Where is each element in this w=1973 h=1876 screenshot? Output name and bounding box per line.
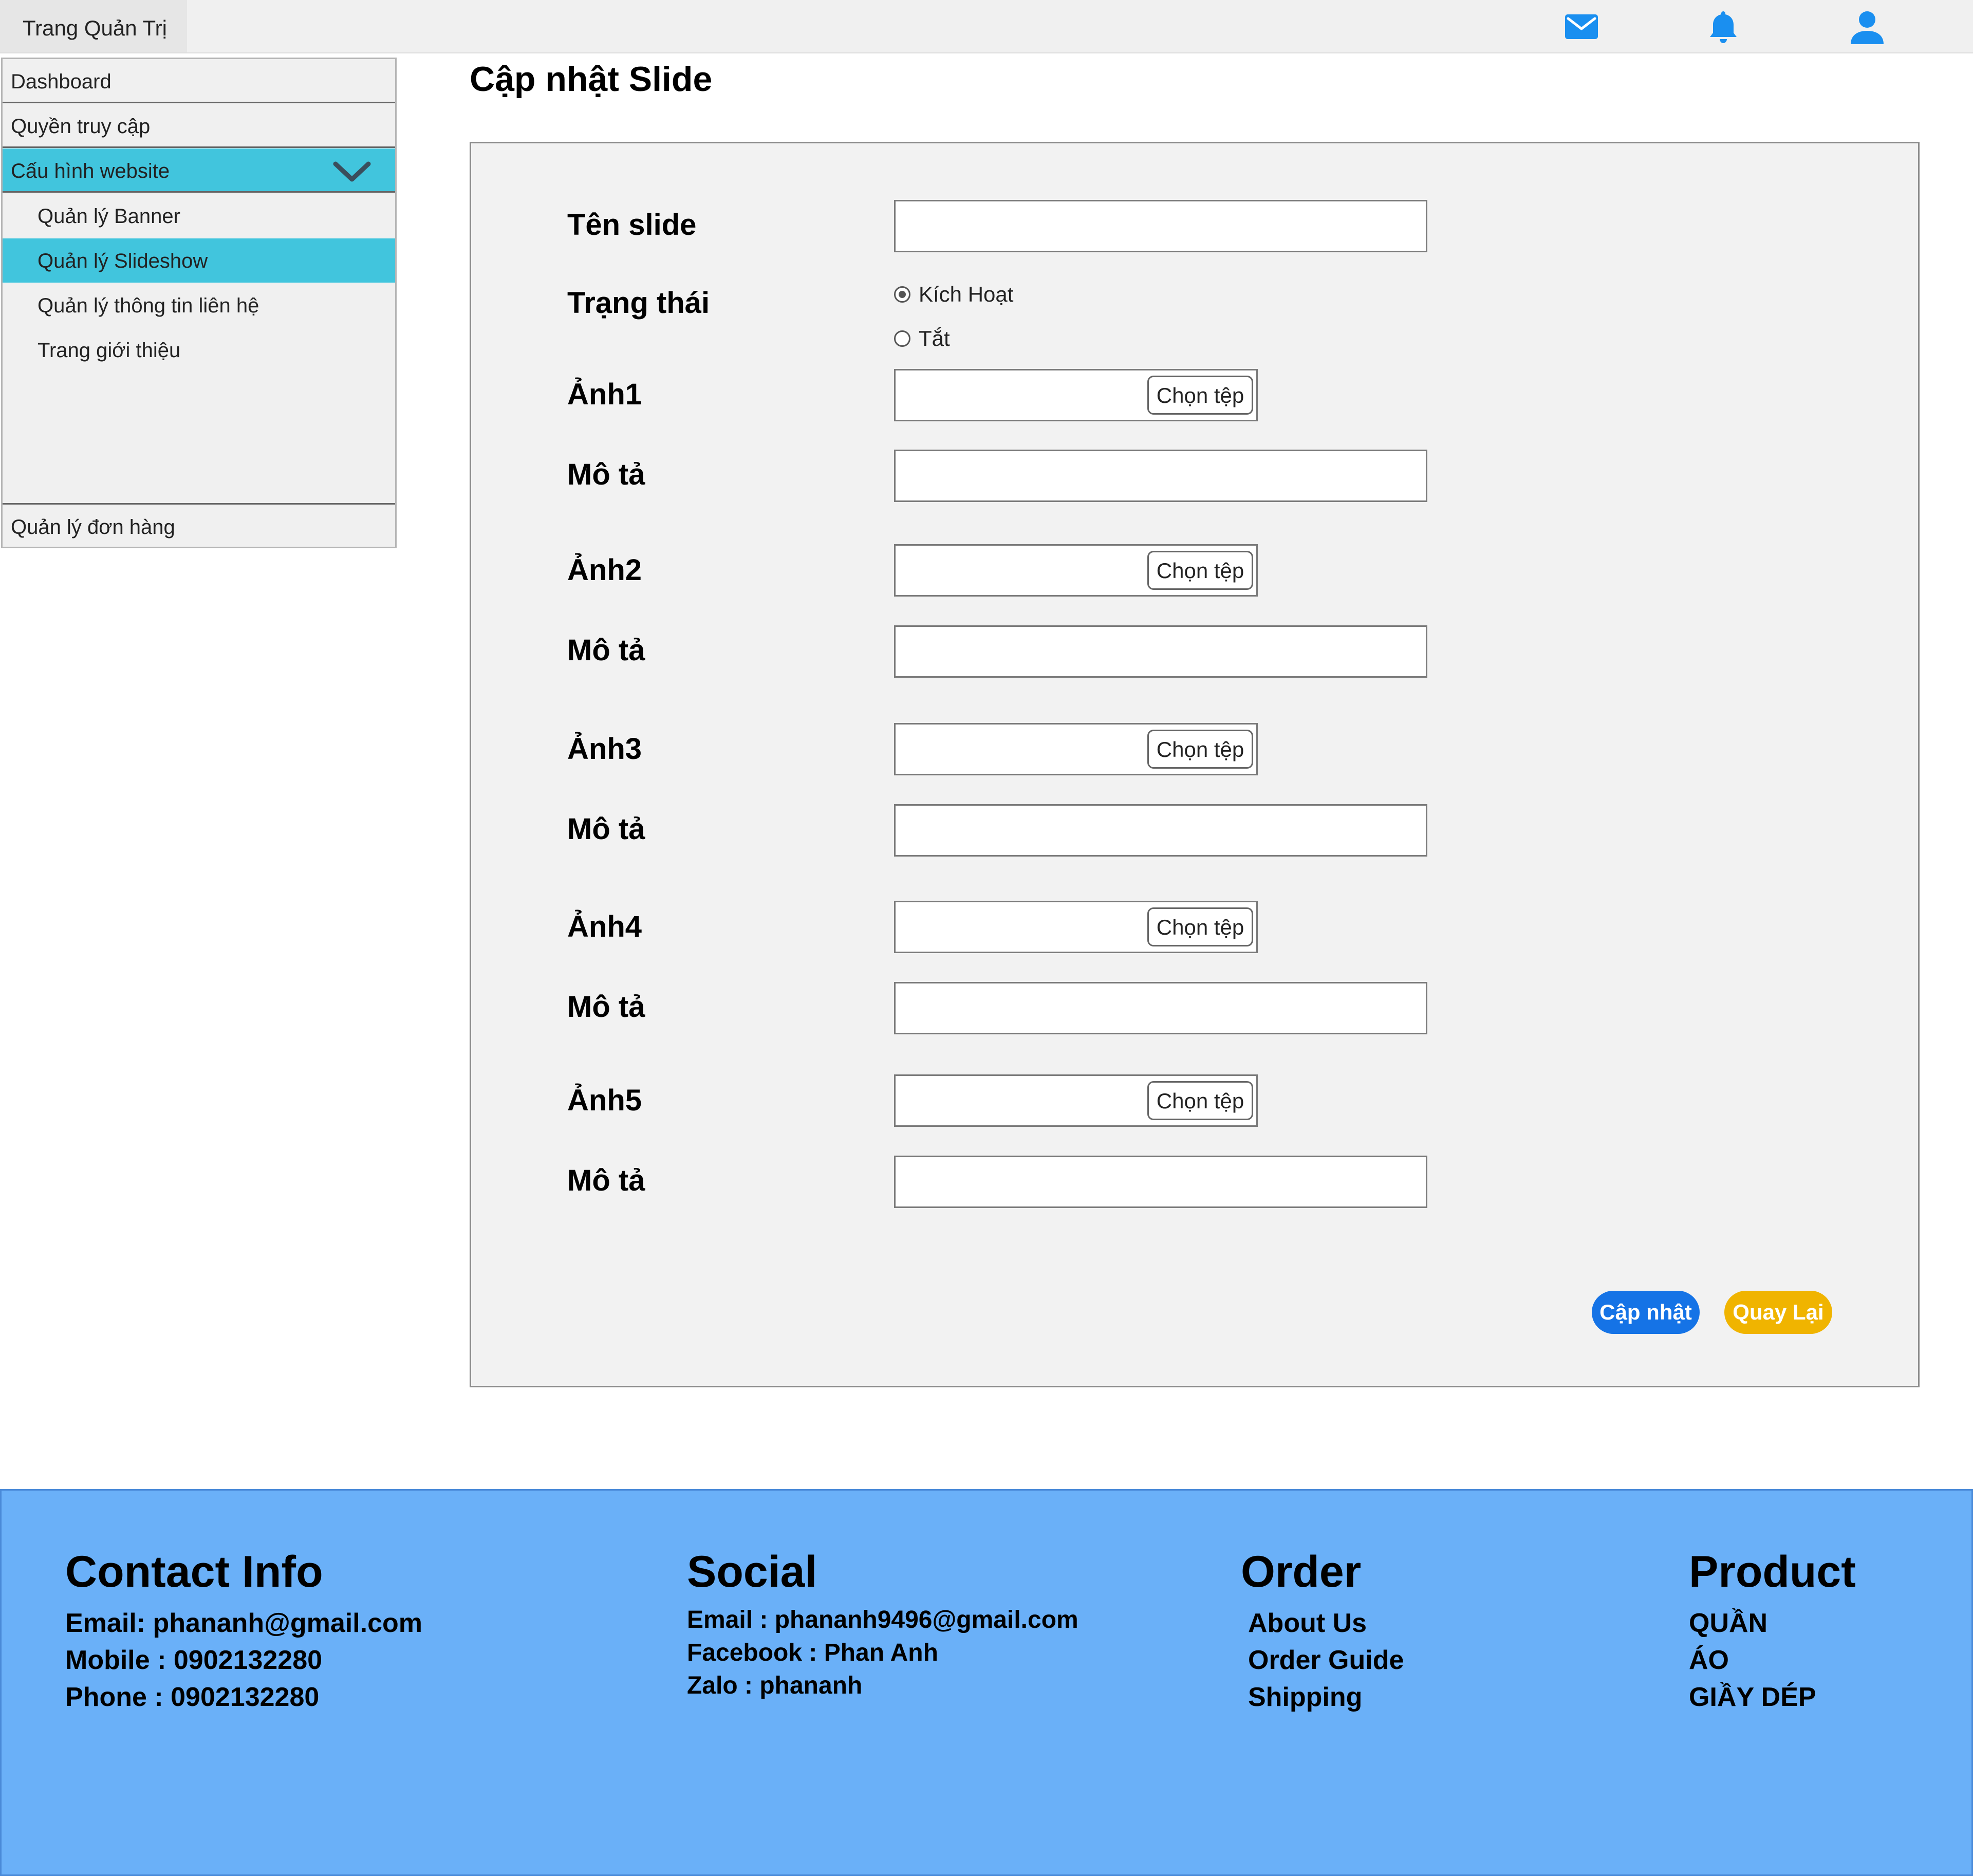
image2-label: Ảnh2 [567,553,642,587]
desc2-input[interactable] [894,625,1427,678]
footer-contact-email: Email: phananh@gmail.com [65,1608,423,1638]
choose-file-button[interactable]: Chọn tệp [1147,551,1253,590]
chevron-down-icon [333,161,371,182]
sidebar-item-banner[interactable]: Quản lý Banner [3,194,395,238]
mail-icon[interactable] [1563,8,1600,45]
footer-contact-mobile: Mobile : 0902132280 [65,1645,323,1675]
sidebar-item-dashboard[interactable]: Dashboard [3,59,395,103]
admin-brand[interactable]: Trang Quản Trị [0,0,187,52]
sidebar-item-about-page[interactable]: Trang giới thiệu [3,328,395,372]
footer-order-shipping[interactable]: Shipping [1248,1679,1362,1716]
desc2-label: Mô tả [567,634,645,667]
slide-name-label: Tên slide [567,208,697,242]
sidebar-item-orders[interactable]: Quản lý đơn hàng [3,503,395,547]
slide-name-input[interactable] [894,200,1427,252]
image3-label: Ảnh3 [567,732,642,766]
footer-contact-title: Contact Info [65,1547,323,1596]
choose-file-button[interactable]: Chọn tệp [1147,376,1253,415]
status-option-active[interactable]: Kích Hoạt [894,279,1013,310]
footer-order-title: Order [1241,1547,1362,1596]
top-bar: Trang Quản Trị [0,0,1973,53]
sidebar-item-access[interactable]: Quyền truy cập [3,104,395,148]
sidebar-item-website-config[interactable]: Cấu hình website [3,148,395,193]
radio-checked-icon[interactable] [894,286,910,303]
footer-order-guide[interactable]: Order Guide [1248,1642,1404,1679]
desc3-input[interactable] [894,804,1427,857]
bell-icon[interactable] [1705,8,1742,45]
sidebar-item-slideshow[interactable]: Quản lý Slideshow [3,238,395,283]
footer-social-facebook[interactable]: Facebook : Phan Anh [687,1637,938,1669]
footer-product-title: Product [1689,1547,1856,1596]
desc1-input[interactable] [894,450,1427,502]
status-label: Trạng thái [567,286,710,320]
footer-social-title: Social [687,1547,817,1596]
page-title: Cập nhật Slide [470,60,713,99]
sidebar: Dashboard Quyền truy cập Cấu hình websit… [1,58,397,548]
user-icon[interactable] [1849,8,1886,45]
image5-file-input[interactable]: Chọn tệp [894,1074,1258,1127]
footer: Contact Info Email: phananh@gmail.com Mo… [0,1489,1973,1876]
status-option-label: Tắt [919,326,950,350]
image5-label: Ảnh5 [567,1084,642,1117]
sidebar-item-label: Cấu hình website [11,160,170,182]
image1-label: Ảnh1 [567,378,642,411]
status-option-label: Kích Hoạt [919,282,1014,306]
image4-file-input[interactable]: Chọn tệp [894,901,1258,953]
sidebar-item-contact-info[interactable]: Quản lý thông tin liên hệ [3,283,395,327]
desc3-label: Mô tả [567,812,645,846]
image3-file-input[interactable]: Chọn tệp [894,723,1258,775]
back-button[interactable]: Quay Lại [1724,1291,1832,1334]
status-option-off[interactable]: Tắt [894,323,950,354]
radio-unchecked-icon[interactable] [894,330,910,347]
desc5-input[interactable] [894,1156,1427,1208]
footer-order-about[interactable]: About Us [1248,1605,1367,1642]
footer-social-email[interactable]: Email : phananh9496@gmail.com [687,1604,1078,1637]
desc5-label: Mô tả [567,1164,645,1197]
footer-social-zalo[interactable]: Zalo : phananh [687,1669,862,1702]
footer-product-pants[interactable]: QUẦN [1689,1605,1767,1642]
footer-product-shoes[interactable]: GIẦY DÉP [1689,1679,1816,1716]
desc1-label: Mô tả [567,458,645,491]
image2-file-input[interactable]: Chọn tệp [894,544,1258,597]
image1-file-input[interactable]: Chọn tệp [894,369,1258,421]
image4-label: Ảnh4 [567,910,642,943]
choose-file-button[interactable]: Chọn tệp [1147,1081,1253,1120]
choose-file-button[interactable]: Chọn tệp [1147,730,1253,769]
footer-product-shirts[interactable]: ÁO [1689,1642,1729,1679]
choose-file-button[interactable]: Chọn tệp [1147,907,1253,946]
desc4-input[interactable] [894,982,1427,1034]
desc4-label: Mô tả [567,990,645,1024]
update-button[interactable]: Cập nhật [1592,1291,1700,1334]
footer-contact-phone: Phone : 0902132280 [65,1682,320,1712]
